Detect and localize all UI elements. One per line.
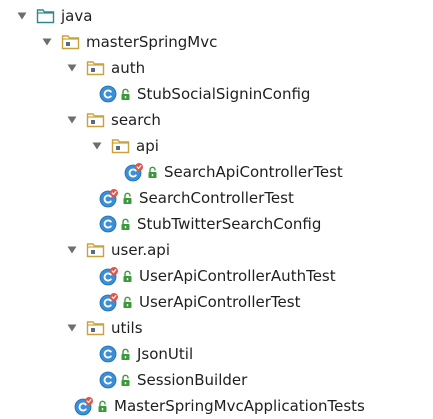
tree-node-stubtwittersearchconfig[interactable]: StubTwitterSearchConfig <box>0 211 433 237</box>
lock-icon <box>122 192 133 205</box>
tree-node-label: masterSpringMvc <box>86 33 218 51</box>
source-folder-icon <box>36 8 55 24</box>
class-icon-group <box>99 215 131 233</box>
lock-icon <box>147 166 158 179</box>
tree-node-search[interactable]: search <box>0 107 433 133</box>
triangle-down-icon[interactable] <box>42 37 52 47</box>
tree-node-label: java <box>61 7 93 25</box>
package-folder-icon <box>86 60 105 76</box>
class-icon-group <box>74 396 108 416</box>
tree-node-jsonutil[interactable]: JsonUtil <box>0 341 433 367</box>
package-folder-icon <box>86 320 105 336</box>
tree-node-label: UserApiControllerTest <box>139 293 301 311</box>
class-icon-group <box>124 162 158 182</box>
tree-node-label: utils <box>111 319 143 337</box>
tree-node-utils[interactable]: utils <box>0 315 433 341</box>
test-class-icon <box>124 162 144 182</box>
class-c-icon <box>99 85 117 103</box>
class-icon-group <box>99 188 133 208</box>
class-icon-group <box>99 292 133 312</box>
lock-icon <box>120 88 131 101</box>
tree-node-masterspringmvc[interactable]: masterSpringMvc <box>0 29 433 55</box>
package-folder-icon <box>86 112 105 128</box>
class-icon-group <box>99 266 133 286</box>
class-c-icon <box>99 371 117 389</box>
tree-node-searchapicontrollertest[interactable]: SearchApiControllerTest <box>0 159 433 185</box>
lock-icon <box>122 296 133 309</box>
tree-node-auth[interactable]: auth <box>0 55 433 81</box>
package-folder-icon <box>86 242 105 258</box>
tree-node-label: MasterSpringMvcApplicationTests <box>114 397 365 415</box>
tree-node-stubsocialsigninconfig[interactable]: StubSocialSigninConfig <box>0 81 433 107</box>
tree-node-searchcontrollertest[interactable]: SearchControllerTest <box>0 185 433 211</box>
tree-node-userapicontrollertest[interactable]: UserApiControllerTest <box>0 289 433 315</box>
tree-node-label: SearchApiControllerTest <box>164 163 343 181</box>
lock-icon <box>122 270 133 283</box>
tree-node-userapicontrollerauthtest[interactable]: UserApiControllerAuthTest <box>0 263 433 289</box>
triangle-down-icon[interactable] <box>67 115 77 125</box>
triangle-down-icon[interactable] <box>67 323 77 333</box>
class-icon-group <box>99 345 131 363</box>
project-tree: java masterSpringMvc auth StubSocialSigninC… <box>0 3 433 419</box>
tree-node-masterspringmvcapplicationtests[interactable]: MasterSpringMvcApplicationTests <box>0 393 433 419</box>
triangle-down-icon[interactable] <box>67 245 77 255</box>
lock-icon <box>97 400 108 413</box>
tree-node-api[interactable]: api <box>0 133 433 159</box>
test-class-icon <box>74 396 94 416</box>
tree-node-sessionbuilder[interactable]: SessionBuilder <box>0 367 433 393</box>
class-c-icon <box>99 215 117 233</box>
tree-node-label: SessionBuilder <box>137 371 248 389</box>
tree-node-label: SearchControllerTest <box>139 189 294 207</box>
tree-node-java[interactable]: java <box>0 3 433 29</box>
class-icon-group <box>99 85 131 103</box>
test-class-icon <box>99 266 119 286</box>
lock-icon <box>120 348 131 361</box>
triangle-down-icon[interactable] <box>92 141 102 151</box>
lock-icon <box>120 374 131 387</box>
test-class-icon <box>99 188 119 208</box>
class-icon-group <box>99 371 131 389</box>
tree-node-label: api <box>136 137 159 155</box>
tree-node-user-api[interactable]: user.api <box>0 237 433 263</box>
class-c-icon <box>99 345 117 363</box>
package-folder-icon <box>111 138 130 154</box>
triangle-down-icon[interactable] <box>67 63 77 73</box>
test-class-icon <box>99 292 119 312</box>
tree-node-label: auth <box>111 59 146 77</box>
tree-node-label: user.api <box>111 241 170 259</box>
tree-node-label: search <box>111 111 161 129</box>
project-tree-panel: java masterSpringMvc auth StubSocialSigninC… <box>0 0 433 419</box>
tree-node-label: StubTwitterSearchConfig <box>137 215 322 233</box>
tree-node-label: JsonUtil <box>137 345 194 363</box>
tree-node-label: StubSocialSigninConfig <box>137 85 311 103</box>
lock-icon <box>120 218 131 231</box>
tree-node-label: UserApiControllerAuthTest <box>139 267 336 285</box>
package-folder-icon <box>61 34 80 50</box>
triangle-down-icon[interactable] <box>17 11 27 21</box>
